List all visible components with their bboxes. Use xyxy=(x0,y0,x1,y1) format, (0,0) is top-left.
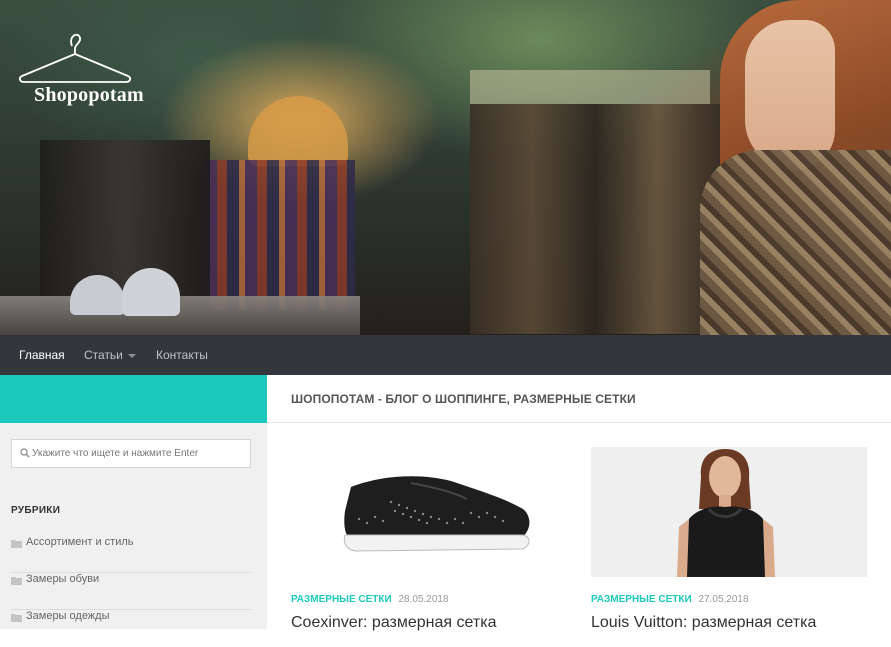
post-thumbnail-sneaker[interactable] xyxy=(291,447,567,577)
nav-item-articles-label: Статьи xyxy=(84,348,123,362)
category-link-assortment[interactable]: Ассортимент и стиль xyxy=(11,536,251,573)
search-input[interactable] xyxy=(32,440,247,467)
hero-rail xyxy=(0,296,360,335)
folder-icon xyxy=(11,540,22,548)
search-box[interactable] xyxy=(11,439,251,468)
post-thumbnail-woman[interactable] xyxy=(591,447,867,577)
page-title-bar: ШОПОПОТАМ - БЛОГ О ШОППИНГЕ, РАЗМЕРНЫЕ С… xyxy=(267,375,891,423)
category-label: Ассортимент и стиль xyxy=(26,536,134,548)
post-category-link[interactable]: РАЗМЕРНЫЕ СЕТКИ xyxy=(591,594,692,605)
hero-woman-scarf xyxy=(700,150,891,335)
rubrics-heading: РУБРИКИ xyxy=(11,505,61,516)
category-link-shoe-measurements[interactable]: Замеры обуви xyxy=(11,573,251,610)
folder-icon xyxy=(11,577,22,585)
hero-shelf-shape xyxy=(470,70,710,104)
nav-item-contacts-label: Контакты xyxy=(156,348,208,362)
main-nav: Главная Статьи Контакты xyxy=(0,335,891,375)
sneaker-image xyxy=(343,476,530,552)
hero-woman-face xyxy=(745,20,835,170)
hero-scarves xyxy=(205,160,355,310)
search-icon xyxy=(20,448,30,458)
post-date: 27.05.2018 xyxy=(698,594,749,605)
hero-jewelry-rack xyxy=(470,104,720,334)
page-title: ШОПОПОТАМ - БЛОГ О ШОППИНГЕ, РАЗМЕРНЫЕ С… xyxy=(291,392,636,406)
nav-item-home-label: Главная xyxy=(19,348,65,362)
category-label: Замеры одежды xyxy=(26,610,110,622)
sidebar: РУБРИКИ Ассортимент и стиль Замеры обуви… xyxy=(0,375,267,629)
site-logo[interactable]: Shopopotam xyxy=(18,32,144,112)
hanger-icon xyxy=(18,33,132,83)
chevron-down-icon xyxy=(127,353,136,358)
hero-hat-shape xyxy=(248,96,348,166)
category-label: Замеры обуви xyxy=(26,573,100,585)
nav-item-articles[interactable]: Статьи xyxy=(84,335,136,375)
woman-photo-image xyxy=(591,447,867,577)
post-title-link[interactable]: Coexinver: размерная сетка xyxy=(291,614,496,632)
nav-item-home[interactable]: Главная xyxy=(19,335,65,375)
post-meta: РАЗМЕРНЫЕ СЕТКИ 28.05.2018 xyxy=(291,594,449,605)
nav-item-contacts[interactable]: Контакты xyxy=(156,335,208,375)
sidebar-accent-bar xyxy=(0,375,267,423)
logo-text: Shopopotam xyxy=(34,84,144,106)
post-meta: РАЗМЕРНЫЕ СЕТКИ 27.05.2018 xyxy=(591,594,749,605)
header-hero-image: Shopopotam xyxy=(0,0,891,335)
post-title-link[interactable]: Louis Vuitton: размерная сетка xyxy=(591,614,816,632)
post-category-link[interactable]: РАЗМЕРНЫЕ СЕТКИ xyxy=(291,594,392,605)
post-date: 28.05.2018 xyxy=(398,594,449,605)
folder-icon xyxy=(11,614,22,622)
